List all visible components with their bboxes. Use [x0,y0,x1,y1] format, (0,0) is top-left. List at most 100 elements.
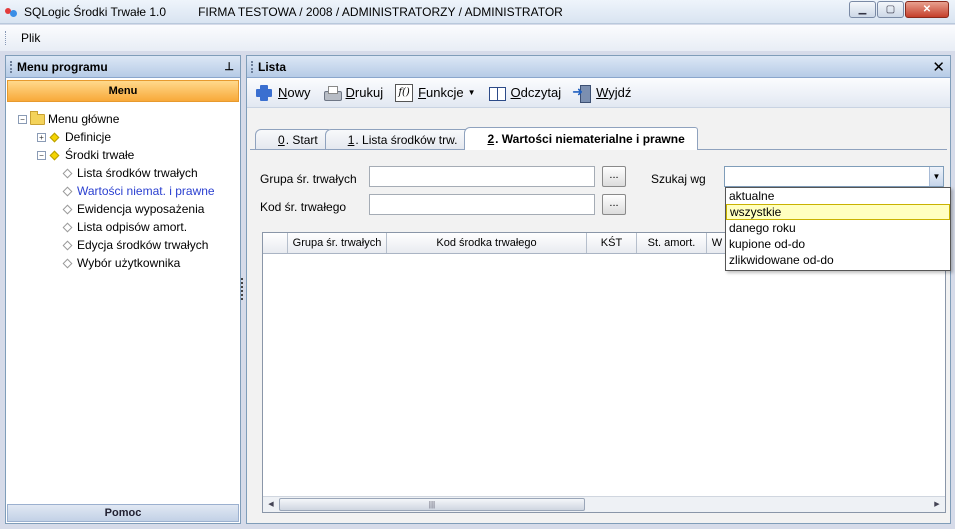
help-section-bar[interactable]: Pomoc [7,504,239,522]
assets-grid: Grupa śr. trwałych Kod środka trwałego K… [262,232,946,513]
tree-label-srodki-trwale: Środki trwałe [65,148,135,162]
close-window-button[interactable]: ✕ [905,1,949,18]
list-panel-title: Lista [258,59,287,74]
chevron-down-icon[interactable]: ▼ [929,167,943,186]
window-controls: ▁ ▢ ✕ [848,1,949,18]
tab-start-label: . Start [285,133,318,147]
tab-start[interactable]: 0. Start [255,129,331,150]
close-panel-icon[interactable]: ✕ [932,58,945,76]
asset-group-input[interactable] [369,166,595,187]
dropdown-option[interactable]: danego roku [726,220,950,236]
tree-leaf[interactable]: Edycja środków trwałych [6,236,240,254]
program-menu-header: Menu programu ⊥ [6,56,240,78]
tree-label-root: Menu główne [48,112,120,126]
tree-label-lista-odpisow: Lista odpisów amort. [77,220,188,234]
expand-icon[interactable]: + [37,132,46,142]
dropdown-option-highlighted[interactable]: wszystkie [726,204,950,220]
pin-icon[interactable]: ⊥ [224,60,234,73]
list-panel-header: Lista ✕ [247,56,950,78]
grid-col-st-amort[interactable]: St. amort. [637,233,707,253]
search-by-dropdown: aktualne wszystkie danego roku kupione o… [725,187,951,271]
collapse-icon[interactable]: − [18,114,27,124]
tree-label-edycja: Edycja środków trwałych [77,238,209,252]
printer-icon [323,84,342,102]
read-button[interactable]: Odczytaj [488,84,562,102]
scroll-left-icon[interactable]: ◀ [264,498,278,511]
new-button[interactable]: Nowy [255,84,311,102]
navigation-tree: − Menu główne + Definicje − Środki trwał… [6,102,240,272]
dropdown-option[interactable]: aktualne [726,188,950,204]
tab-start-number: 0 [278,133,285,147]
app-logo-icon [4,5,18,19]
print-button-label: Drukuj [345,85,384,100]
tab-strip: 0. Start 1. Lista środków trw. 2. Wartoś… [255,126,698,150]
tab-lista-srodkow[interactable]: 1. Lista środków trw. [324,129,471,150]
grid-col-kst[interactable]: KŚT [587,233,637,253]
diamond-yellow-icon [49,132,60,142]
tree-label-definicje: Definicje [65,130,112,144]
tree-node-root[interactable]: − Menu główne [6,110,240,128]
tree-leaf[interactable]: Lista odpisów amort. [6,218,240,236]
search-by-combo[interactable]: ▼ [724,166,944,187]
menu-bar: Plik [0,25,955,51]
tree-leaf[interactable]: Lista środków trwałych [6,164,240,182]
book-icon [488,84,506,102]
tab-wartosci-niematerialne[interactable]: 2. Wartości niematerialne i prawne [464,127,698,150]
grid-col-kod[interactable]: Kod środka trwałego [387,233,587,253]
grid-col-indicator[interactable] [263,233,288,253]
panel-splitter-handle[interactable] [241,278,244,300]
tree-label-lista-srodkow: Lista środków trwałych [77,166,198,180]
scroll-right-icon[interactable]: ▶ [930,498,944,511]
grid-col-w[interactable]: W [707,233,727,253]
menubar-grip-icon [5,31,8,45]
functions-button-label: Funkcje [418,85,464,100]
leaf-diamond-icon [62,204,73,214]
tree-label-wartosci-niemat: Wartości niemat. i prawne [77,184,215,198]
program-menu-title: Menu programu [17,59,108,74]
horizontal-scrollbar[interactable]: ◀ ||| ▶ [263,496,945,512]
new-button-label: Nowy [278,85,311,100]
tab-lista-label: . Lista środków trw. [355,133,458,147]
print-button[interactable]: Drukuj [323,84,384,102]
asset-group-browse-button[interactable]: ... [602,166,626,187]
panel-grip-icon [251,60,253,73]
exit-button[interactable]: Wyjdź [572,84,631,103]
dropdown-option[interactable]: zlikwidowane od-do [726,252,950,268]
leaf-diamond-icon [62,258,73,268]
exit-door-icon [572,84,592,103]
functions-button[interactable]: f() Funkcje ▼ [395,83,476,102]
asset-group-label: Grupa śr. trwałych [260,172,357,186]
tab-lista-number: 1 [347,133,355,147]
menu-section-bar[interactable]: Menu [7,80,239,102]
asset-code-input[interactable] [369,194,595,215]
tree-node-srodki-trwale[interactable]: − Środki trwałe [6,146,240,164]
panel-grip-icon [10,60,12,73]
tab-wartosci-number: 2 [487,132,495,146]
diamond-yellow-icon [49,150,60,160]
dropdown-option[interactable]: kupione od-do [726,236,950,252]
asset-code-label: Kod śr. trwałego [260,200,347,214]
read-button-label: Odczytaj [510,85,562,100]
search-by-label: Szukaj wg [651,172,706,186]
scrollbar-thumb[interactable]: ||| [279,498,585,511]
tab-wartosci-label: . Wartości niematerialne i prawne [495,132,685,146]
toolbar: Nowy Drukuj f() Funkcje ▼ Odczytaj Wyjdź [247,78,950,108]
tree-leaf[interactable]: Wybór użytkownika [6,254,240,272]
add-icon [255,84,273,102]
tree-node-definicje[interactable]: + Definicje [6,128,240,146]
asset-code-browse-button[interactable]: ... [602,194,626,215]
leaf-diamond-icon [62,186,73,196]
folder-icon [30,110,45,125]
leaf-diamond-icon [62,222,73,232]
tree-leaf-selected[interactable]: Wartości niemat. i prawne [6,182,240,200]
collapse-icon[interactable]: − [37,150,46,160]
minimize-button[interactable]: ▁ [849,1,876,18]
window-titlebar: SQLogic Środki Trwałe 1.0 FIRMA TESTOWA … [0,0,955,24]
caret-down-icon: ▼ [467,88,476,97]
grid-col-grupa[interactable]: Grupa śr. trwałych [288,233,387,253]
menu-plik[interactable]: Plik [21,31,40,45]
window-title-info: FIRMA TESTOWA / 2008 / ADMINISTRATORZY /… [198,4,563,19]
maximize-button[interactable]: ▢ [877,1,904,18]
leaf-diamond-icon [62,240,73,250]
tree-leaf[interactable]: Ewidencja wyposażenia [6,200,240,218]
